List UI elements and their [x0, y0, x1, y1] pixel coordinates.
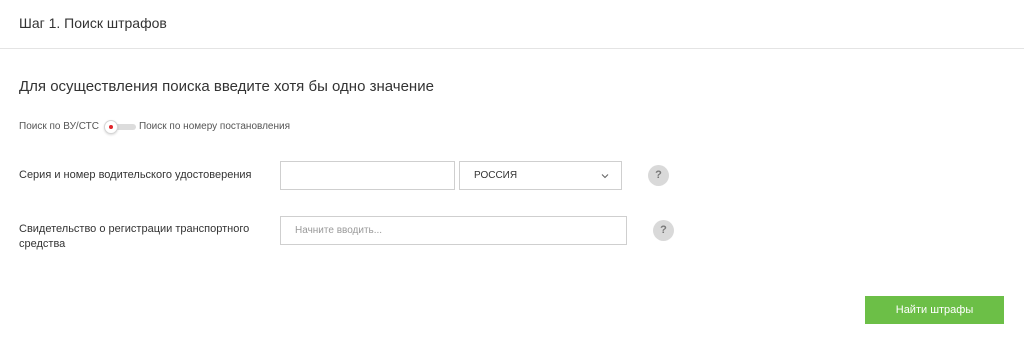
header-divider [0, 48, 1024, 49]
license-help-icon[interactable]: ? [648, 165, 669, 186]
vehicle-certificate-input[interactable] [280, 216, 627, 245]
vehicle-certificate-help-icon[interactable]: ? [653, 220, 674, 241]
page-title: Шаг 1. Поиск штрафов [19, 15, 167, 31]
search-instruction: Для осуществления поиска введите хотя бы… [19, 78, 434, 95]
chevron-down-icon [601, 173, 609, 178]
find-fines-button[interactable]: Найти штрафы [865, 296, 1004, 324]
toggle-indicator-dot [108, 125, 113, 129]
toggle-knob [103, 120, 118, 134]
search-mode-decree-label[interactable]: Поиск по номеру постановления [139, 120, 290, 134]
license-number-input[interactable] [280, 161, 455, 190]
search-mode-toggle: Поиск по ВУ/СТС Поиск по номеру постанов… [19, 120, 290, 134]
country-select-value: РОССИЯ [474, 170, 518, 181]
vehicle-certificate-field-label: Свидетельство о регистрации транспортног… [19, 223, 250, 250]
country-select[interactable]: РОССИЯ [459, 161, 622, 190]
search-mode-switch[interactable] [103, 120, 136, 134]
search-mode-license-label[interactable]: Поиск по ВУ/СТС [19, 120, 99, 134]
license-field-label: Серия и номер водительского удостоверени… [19, 169, 252, 181]
